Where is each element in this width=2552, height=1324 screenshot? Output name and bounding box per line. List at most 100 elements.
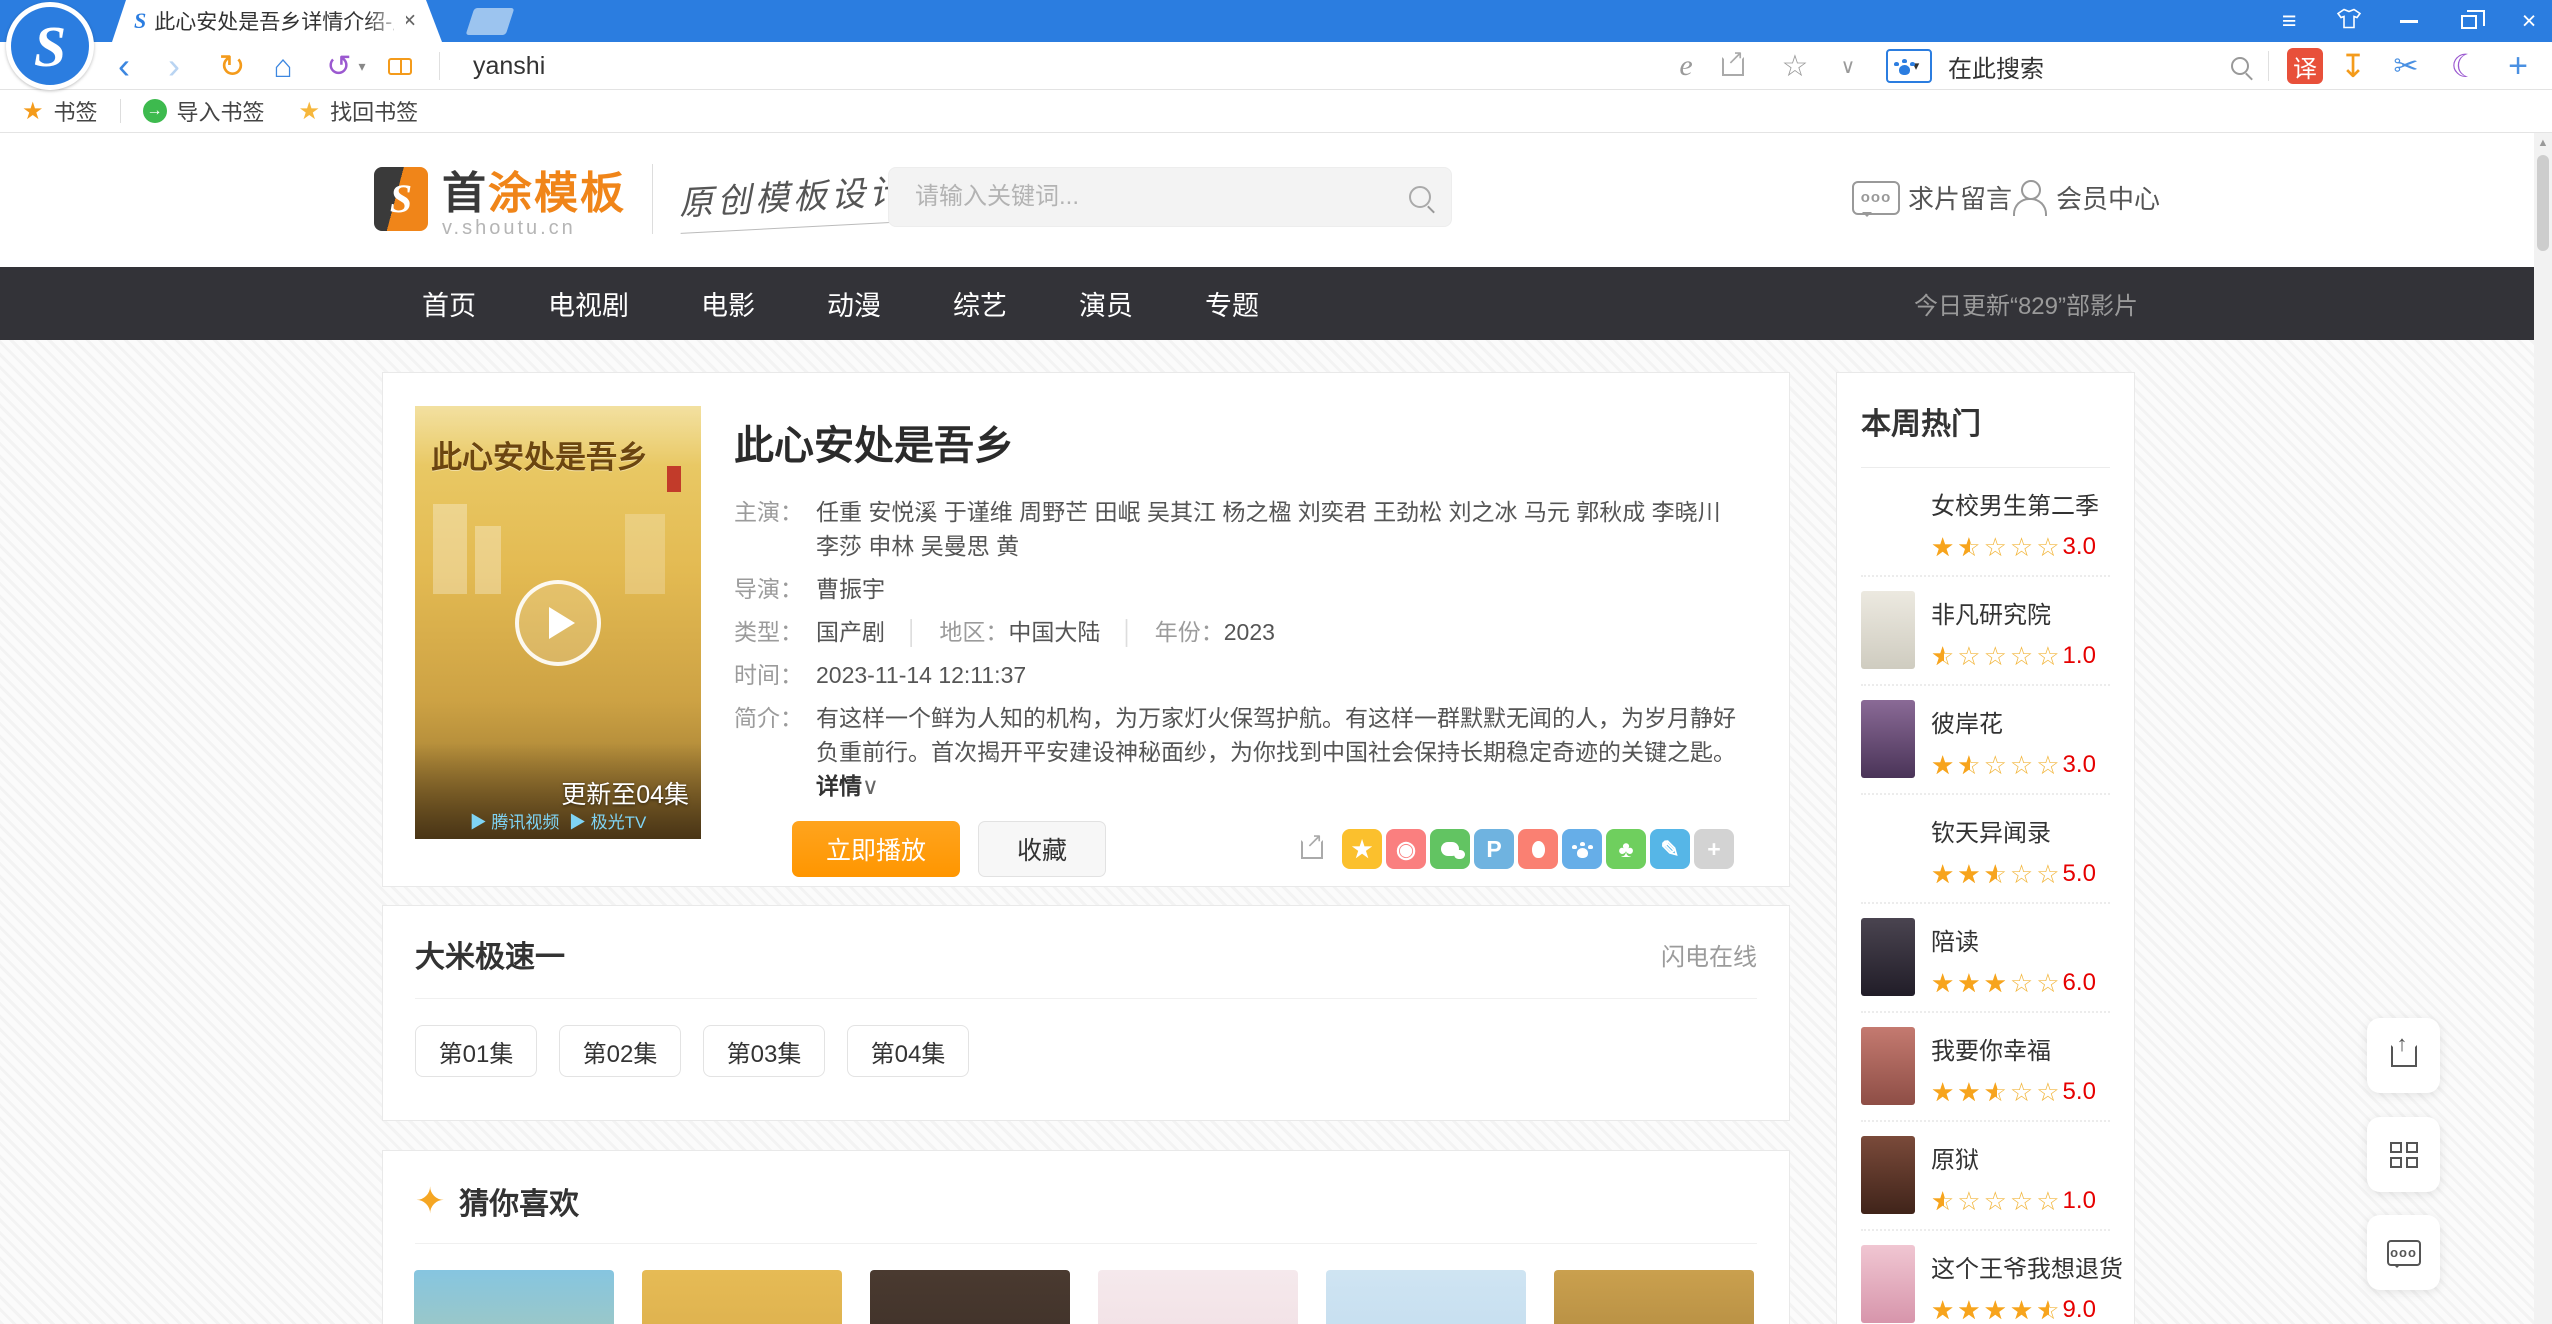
episode-button-3[interactable]: 第03集	[703, 1025, 825, 1077]
area-value[interactable]: 中国大陆	[1008, 615, 1100, 649]
float-share-button[interactable]	[2367, 1018, 2440, 1093]
page-scrollbar[interactable]: ▲	[2534, 133, 2552, 1324]
hot-item-title[interactable]: 非凡研究院	[1931, 595, 2110, 630]
guess-poster-2[interactable]	[642, 1270, 842, 1324]
hot-item-title[interactable]: 钦天异闻录	[1931, 813, 2110, 848]
playlist-card: 大米极速一 闪电在线 第01集第02集第03集第04集	[382, 905, 1790, 1121]
sogou-browser-logo-icon[interactable]: S	[6, 2, 94, 90]
clover-share-icon[interactable]: ♣	[1606, 829, 1646, 869]
hot-item-title[interactable]: 我要你幸福	[1931, 1031, 2110, 1066]
bookmark-recover[interactable]: ★ 找回书签	[299, 95, 419, 127]
forward-icon[interactable]: ›	[168, 42, 180, 90]
weekly-hot-item-4[interactable]: 钦天异闻录☆☆☆☆☆★★★★★5.0	[1861, 793, 2110, 902]
hot-item-score: 1.0	[2063, 642, 2096, 669]
type-value[interactable]: 国产剧	[816, 615, 885, 649]
hot-item-title[interactable]: 女校男生第二季	[1931, 486, 2110, 521]
weekly-hot-item-2[interactable]: 非凡研究院☆☆☆☆☆★★★★★1.0	[1861, 575, 2110, 684]
hot-item-thumbnail	[1861, 1245, 1915, 1323]
minimize-button[interactable]	[2394, 7, 2424, 36]
float-qrcode-button[interactable]	[2367, 1117, 2440, 1192]
webpage: S 首涂模板 v.shoutu.cn 原创模板设计 ooo 求片留言 会员中心	[0, 133, 2552, 1324]
close-button[interactable]: ×	[2514, 7, 2544, 36]
home-icon[interactable]: ⌂	[273, 42, 292, 90]
hot-item-title[interactable]: 陪读	[1931, 922, 2110, 957]
play-overlay-icon[interactable]	[515, 580, 601, 666]
scrollbar-thumb[interactable]	[2537, 155, 2549, 251]
bookmark-manager[interactable]: ★ 书签	[22, 95, 98, 127]
guess-poster-4[interactable]	[1098, 1270, 1298, 1324]
site-logo[interactable]: S 首涂模板 v.shoutu.cn 原创模板设计	[374, 157, 907, 240]
screenshot-scissors-icon[interactable]: ✂	[1130, 42, 2552, 90]
baidu-share-icon[interactable]	[1562, 829, 1602, 869]
skin-theme-icon[interactable]	[2334, 7, 2364, 36]
weekly-hot-item-1[interactable]: 女校男生第二季☆☆☆☆☆★★★★★3.0	[1861, 468, 2110, 575]
browser-menu-icon[interactable]: ≡	[2274, 7, 2304, 36]
pengyou-share-icon[interactable]: P	[1474, 829, 1514, 869]
director-value[interactable]: 曹振宇	[816, 572, 1746, 606]
back-icon[interactable]: ‹	[118, 42, 130, 90]
hot-item-score: 5.0	[2063, 860, 2096, 887]
favorite-button[interactable]: 收藏	[978, 821, 1106, 877]
guess-poster-1[interactable]	[414, 1270, 614, 1324]
guess-poster-6[interactable]	[1554, 1270, 1754, 1324]
qrcode-icon	[2390, 1142, 2418, 1168]
weekly-hot-item-5[interactable]: 陪读☆☆☆☆☆★★★★★6.0	[1861, 902, 2110, 1011]
restore-button[interactable]	[2454, 7, 2484, 36]
more-share-icon[interactable]: +	[1694, 829, 1734, 869]
scroll-up-icon[interactable]: ▲	[2534, 137, 2552, 149]
hot-item-title[interactable]: 这个王爷我想退货	[1931, 1249, 2123, 1284]
add-extension-icon[interactable]: +	[2508, 42, 2528, 90]
nav-item-1[interactable]: 电视剧	[548, 284, 629, 323]
site-search-box[interactable]	[888, 167, 1452, 227]
weekly-hot-item-8[interactable]: 这个王爷我想退货☆☆☆☆☆★★★★★9.0	[1861, 1229, 2110, 1324]
nav-item-2[interactable]: 电影	[701, 284, 755, 323]
year-value[interactable]: 2023	[1224, 615, 1275, 649]
browser-tab[interactable]: S 此心安处是吾乡详情介绍-此心安 ×	[112, 0, 442, 42]
member-center-link[interactable]: 会员中心	[2012, 179, 2160, 216]
guess-poster-3[interactable]	[870, 1270, 1070, 1324]
nav-item-3[interactable]: 动漫	[827, 284, 881, 323]
weekly-hot-item-7[interactable]: 原狱☆☆☆☆☆★★★★★1.0	[1861, 1120, 2110, 1229]
message-bubble-icon: ooo	[1852, 181, 1900, 215]
refresh-icon[interactable]: ↻	[219, 42, 246, 90]
site-search-icon[interactable]	[1409, 186, 1431, 208]
site-search-input[interactable]	[915, 183, 1409, 211]
drama-poster[interactable]: 此心安处是吾乡 更新至04集 ▶ 腾讯视频 ▶ 极光TV	[415, 406, 701, 839]
hot-item-title[interactable]: 原狱	[1931, 1140, 2110, 1175]
weekly-hot-item-6[interactable]: 我要你幸福☆☆☆☆☆★★★★★5.0	[1861, 1011, 2110, 1120]
episode-button-2[interactable]: 第02集	[559, 1025, 681, 1077]
float-comment-button[interactable]: ooo	[2367, 1215, 2440, 1290]
play-now-button[interactable]: 立即播放	[792, 821, 960, 877]
hot-item-score: 9.0	[2063, 1296, 2096, 1323]
qq-share-icon[interactable]	[1518, 829, 1558, 869]
detail-more-toggle[interactable]: 详情	[816, 773, 862, 799]
episode-button-1[interactable]: 第01集	[415, 1025, 537, 1077]
wechat-share-icon[interactable]	[1430, 829, 1470, 869]
night-mode-icon[interactable]: ☾	[2451, 42, 2480, 90]
nav-item-6[interactable]: 专题	[1205, 284, 1259, 323]
hot-item-title[interactable]: 彼岸花	[1931, 704, 2110, 739]
chevron-down-icon[interactable]: ∨	[862, 773, 879, 799]
bookmark-import[interactable]: → 导入书签	[143, 95, 265, 127]
actors-value[interactable]: 任重 安悦溪 于谨维 周野芒 田岷 吴其江 杨之楹 刘奕君 王劲松 刘之冰 马元…	[816, 495, 1746, 563]
nav-item-0[interactable]: 首页	[422, 284, 476, 323]
site-header: S 首涂模板 v.shoutu.cn 原创模板设计 ooo 求片留言 会员中心	[0, 133, 2552, 267]
nav-item-5[interactable]: 演员	[1079, 284, 1133, 323]
weibo-share-icon[interactable]: ◉	[1386, 829, 1426, 869]
request-film-link[interactable]: ooo 求片留言	[1852, 179, 2012, 216]
hot-item-thumbnail	[1861, 918, 1915, 996]
time-row: 时间： 2023-11-14 12:11:37	[734, 658, 1746, 692]
new-tab-button[interactable]	[466, 8, 515, 35]
share-expand-icon[interactable]	[1292, 829, 1332, 869]
address-bar[interactable]: yanshi	[473, 42, 545, 90]
weekly-hot-item-3[interactable]: 彼岸花☆☆☆☆☆★★★★★3.0	[1861, 684, 2110, 793]
undo-icon[interactable]: ↺	[326, 42, 351, 90]
guess-poster-5[interactable]	[1326, 1270, 1526, 1324]
nav-item-4[interactable]: 综艺	[953, 284, 1007, 323]
compose-share-icon[interactable]: ✎	[1650, 829, 1690, 869]
qzone-share-icon[interactable]: ★	[1342, 829, 1382, 869]
drama-title: 此心安处是吾乡	[734, 413, 1746, 471]
reading-list-icon[interactable]	[388, 42, 412, 90]
episode-button-4[interactable]: 第04集	[847, 1025, 969, 1077]
undo-dropdown-icon[interactable]: ▾	[358, 42, 365, 90]
